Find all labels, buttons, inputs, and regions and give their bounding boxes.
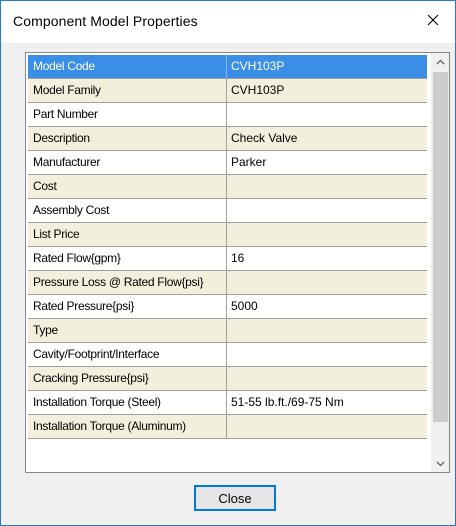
close-icon xyxy=(427,14,439,26)
property-value[interactable]: 16 xyxy=(227,247,427,270)
property-row[interactable]: Model Family CVH103P xyxy=(28,79,427,103)
title-close-button[interactable] xyxy=(411,1,455,39)
property-name: Model Code xyxy=(28,55,227,78)
property-name: Type xyxy=(28,319,227,342)
property-row[interactable]: Cavity/Footprint/Interface xyxy=(28,343,427,367)
property-name: Part Number xyxy=(28,103,227,126)
property-row[interactable]: Pressure Loss @ Rated Flow{psi} xyxy=(28,271,427,295)
property-name: Model Family xyxy=(28,79,227,102)
property-row[interactable]: Rated Pressure{psi} 5000 xyxy=(28,295,427,319)
close-button[interactable]: Close xyxy=(194,485,276,511)
property-name: Cavity/Footprint/Interface xyxy=(28,343,227,366)
scroll-down-button[interactable] xyxy=(432,455,449,472)
chevron-down-icon xyxy=(436,460,445,466)
property-row[interactable]: Manufacturer Parker xyxy=(28,151,427,175)
property-value[interactable] xyxy=(227,103,427,126)
property-row[interactable]: Part Number xyxy=(28,103,427,127)
property-value[interactable] xyxy=(227,319,427,342)
scroll-thumb[interactable] xyxy=(433,72,448,422)
property-row[interactable]: Installation Torque (Aluminum) xyxy=(28,415,427,439)
property-value[interactable] xyxy=(227,343,427,366)
vertical-scrollbar[interactable] xyxy=(431,53,449,472)
property-row[interactable]: Cracking Pressure{psi} xyxy=(28,367,427,391)
property-value[interactable] xyxy=(227,271,427,294)
property-row[interactable]: Assembly Cost xyxy=(28,199,427,223)
property-value[interactable] xyxy=(227,367,427,390)
property-grid[interactable]: Model Code CVH103P Model Family CVH103P Part… xyxy=(25,52,450,473)
chevron-up-icon xyxy=(436,59,445,65)
property-value[interactable]: Parker xyxy=(227,151,427,174)
property-name: Assembly Cost xyxy=(28,199,227,222)
property-name: List Price xyxy=(28,223,227,246)
property-row[interactable]: Rated Flow{gpm} 16 xyxy=(28,247,427,271)
property-name: Rated Pressure{psi} xyxy=(28,295,227,318)
property-row[interactable]: Installation Torque (Steel) 51-55 lb.ft./… xyxy=(28,391,427,415)
component-model-properties-dialog: Component Model Properties Model Code CVH… xyxy=(0,0,456,526)
scroll-up-button[interactable] xyxy=(432,53,449,70)
property-name: Rated Flow{gpm} xyxy=(28,247,227,270)
property-value[interactable] xyxy=(227,223,427,246)
property-row[interactable]: Model Code CVH103P xyxy=(28,55,427,79)
property-row[interactable]: Cost xyxy=(28,175,427,199)
property-rows: Model Code CVH103P Model Family CVH103P Part… xyxy=(28,55,429,439)
property-value[interactable]: Check Valve xyxy=(227,127,427,150)
property-value[interactable] xyxy=(227,415,427,438)
property-row[interactable]: Description Check Valve xyxy=(28,127,427,151)
property-value[interactable] xyxy=(227,199,427,222)
property-value[interactable]: CVH103P xyxy=(227,79,427,102)
property-value[interactable]: CVH103P xyxy=(227,55,427,78)
property-name: Installation Torque (Steel) xyxy=(28,391,227,414)
property-value[interactable] xyxy=(227,175,427,198)
property-row[interactable]: Type xyxy=(28,319,427,343)
property-name: Cost xyxy=(28,175,227,198)
property-value[interactable]: 5000 xyxy=(227,295,427,318)
property-name: Manufacturer xyxy=(28,151,227,174)
property-value[interactable]: 51-55 lb.ft./69-75 Nm xyxy=(227,391,427,414)
property-name: Cracking Pressure{psi} xyxy=(28,367,227,390)
dialog-title: Component Model Properties xyxy=(13,13,198,29)
property-name: Pressure Loss @ Rated Flow{psi} xyxy=(28,271,227,294)
property-name: Description xyxy=(28,127,227,150)
property-row[interactable]: List Price xyxy=(28,223,427,247)
property-name: Installation Torque (Aluminum) xyxy=(28,415,227,438)
title-bar: Component Model Properties xyxy=(1,1,455,43)
